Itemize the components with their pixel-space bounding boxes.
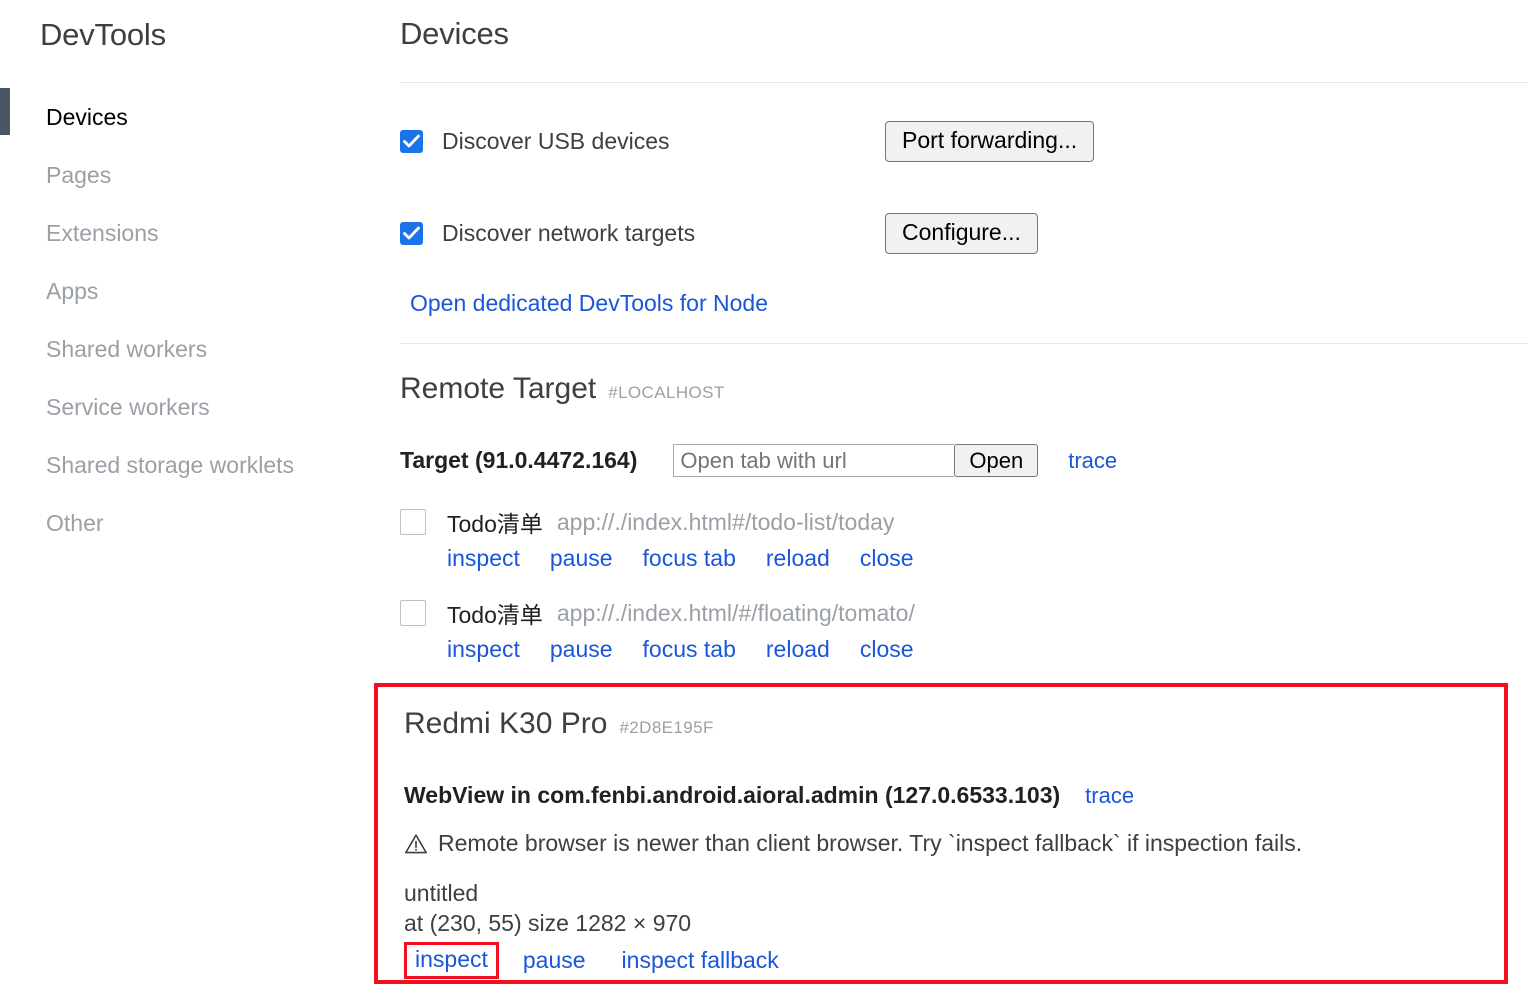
device-heading: Redmi K30 Pro #2D8E195F bbox=[404, 707, 714, 741]
page-title: Devices bbox=[400, 16, 509, 51]
inspect-link[interactable]: inspect bbox=[447, 545, 520, 572]
device-target-actions: inspect pause inspect fallback bbox=[404, 942, 779, 980]
reload-link[interactable]: reload bbox=[766, 545, 830, 572]
inspect-link-highlight: inspect bbox=[404, 942, 499, 980]
focus-tab-link[interactable]: focus tab bbox=[643, 636, 736, 663]
device-target-title: untitled bbox=[404, 880, 479, 906]
pause-link[interactable]: pause bbox=[523, 947, 586, 974]
discover-usb-devices-row: Discover USB devices bbox=[400, 121, 670, 161]
devtools-inspect-page: DevTools Devices Pages Extensions Apps S… bbox=[0, 0, 1532, 998]
sidebar-item-service-workers[interactable]: Service workers bbox=[0, 378, 396, 436]
target-entry-actions: inspect pause focus tab reload close bbox=[400, 545, 914, 572]
device-panel-highlight: Redmi K30 Pro #2D8E195F WebView in com.f… bbox=[374, 683, 1508, 984]
warning-text: Remote browser is newer than client brow… bbox=[438, 830, 1303, 856]
browser-version-warning: Remote browser is newer than client brow… bbox=[404, 830, 1302, 857]
sidebar-item-devices[interactable]: Devices bbox=[0, 88, 396, 146]
remote-target-heading: Remote Target #LOCALHOST bbox=[400, 372, 725, 406]
target-entry-checkbox[interactable] bbox=[400, 509, 426, 535]
target-entry-name: Todo清单 bbox=[447, 511, 543, 537]
discover-network-targets-checkbox[interactable] bbox=[400, 221, 423, 245]
inspect-fallback-link[interactable]: inspect fallback bbox=[622, 947, 779, 974]
webview-trace-link[interactable]: trace bbox=[1085, 783, 1134, 809]
target-entry-header: Todo清单 app://./index.html#/todo-list/tod… bbox=[400, 505, 914, 539]
target-entry: Todo清单 app://./index.html#/todo-list/tod… bbox=[400, 505, 914, 572]
target-row: Target (91.0.4472.164) Open trace bbox=[400, 444, 1117, 477]
sidebar-item-label: Shared storage worklets bbox=[46, 451, 295, 478]
check-icon bbox=[403, 134, 420, 147]
open-dedicated-devtools-node-link[interactable]: Open dedicated DevTools for Node bbox=[410, 290, 768, 317]
pause-link[interactable]: pause bbox=[550, 545, 613, 572]
remote-target-hash: #LOCALHOST bbox=[608, 383, 725, 402]
sidebar-item-label: Other bbox=[46, 509, 104, 536]
port-forwarding-button[interactable]: Port forwarding... bbox=[885, 121, 1095, 162]
webview-line: WebView in com.fenbi.android.aioral.admi… bbox=[404, 782, 1134, 809]
device-hash: #2D8E195F bbox=[619, 718, 714, 737]
check-icon bbox=[403, 226, 420, 239]
target-entry-url: app://./index.html/#/floating/tomato/ bbox=[556, 599, 915, 626]
target-entry: Todo清单 app://./index.html/#/floating/tom… bbox=[400, 596, 915, 663]
target-entry-header: Todo清单 app://./index.html/#/floating/tom… bbox=[400, 596, 915, 630]
discover-network-targets-label: Discover network targets bbox=[442, 219, 696, 246]
open-tab-url-input[interactable] bbox=[673, 444, 955, 477]
target-entry-actions: inspect pause focus tab reload close bbox=[400, 636, 915, 663]
inspect-link[interactable]: inspect bbox=[447, 636, 520, 663]
pause-link[interactable]: pause bbox=[550, 636, 613, 663]
sidebar-item-other[interactable]: Other bbox=[0, 494, 396, 552]
device-name: Redmi K30 Pro bbox=[404, 707, 608, 740]
target-entry-url: app://./index.html#/todo-list/today bbox=[556, 508, 895, 535]
sidebar-item-label: Service workers bbox=[46, 393, 210, 420]
sidebar: DevTools Devices Pages Extensions Apps S… bbox=[0, 0, 396, 998]
sidebar-item-apps[interactable]: Apps bbox=[0, 262, 396, 320]
close-link[interactable]: close bbox=[860, 545, 914, 572]
sidebar-item-shared-workers[interactable]: Shared workers bbox=[0, 320, 396, 378]
remote-target-title: Remote Target bbox=[400, 372, 597, 405]
sidebar-selection-indicator bbox=[0, 88, 10, 135]
sidebar-item-label: Pages bbox=[46, 161, 112, 188]
sidebar-item-label: Devices bbox=[46, 103, 128, 130]
discover-usb-devices-checkbox[interactable] bbox=[400, 129, 423, 153]
sidebar-item-shared-storage-worklets[interactable]: Shared storage worklets bbox=[0, 436, 396, 494]
sidebar-item-extensions[interactable]: Extensions bbox=[0, 204, 396, 262]
reload-link[interactable]: reload bbox=[766, 636, 830, 663]
target-entry-name: Todo清单 bbox=[447, 602, 543, 628]
device-target-geometry: at (230, 55) size 1282 × 970 bbox=[404, 910, 692, 936]
sidebar-item-label: Shared workers bbox=[46, 335, 208, 362]
sidebar-item-label: Extensions bbox=[46, 219, 159, 246]
discover-network-targets-row: Discover network targets bbox=[400, 213, 695, 253]
focus-tab-link[interactable]: focus tab bbox=[643, 545, 736, 572]
target-version-label: Target (91.0.4472.164) bbox=[400, 447, 638, 473]
webview-title: WebView in com.fenbi.android.aioral.admi… bbox=[404, 782, 1061, 808]
sidebar-nav-list: Devices Pages Extensions Apps Shared wor… bbox=[0, 88, 396, 552]
target-entry-checkbox[interactable] bbox=[400, 600, 426, 626]
app-title: DevTools bbox=[40, 17, 166, 52]
open-tab-button[interactable]: Open bbox=[954, 444, 1039, 477]
sidebar-item-label: Apps bbox=[46, 277, 99, 304]
warning-triangle-icon bbox=[405, 833, 427, 853]
section-divider bbox=[400, 82, 1528, 83]
main-content: Devices Discover USB devices Port forwar… bbox=[374, 0, 1532, 998]
inspect-link[interactable]: inspect bbox=[415, 946, 488, 972]
discover-usb-devices-label: Discover USB devices bbox=[442, 127, 670, 154]
section-divider bbox=[400, 343, 1528, 344]
sidebar-item-pages[interactable]: Pages bbox=[0, 146, 396, 204]
target-trace-link[interactable]: trace bbox=[1068, 448, 1117, 474]
configure-button[interactable]: Configure... bbox=[885, 213, 1038, 254]
close-link[interactable]: close bbox=[860, 636, 914, 663]
